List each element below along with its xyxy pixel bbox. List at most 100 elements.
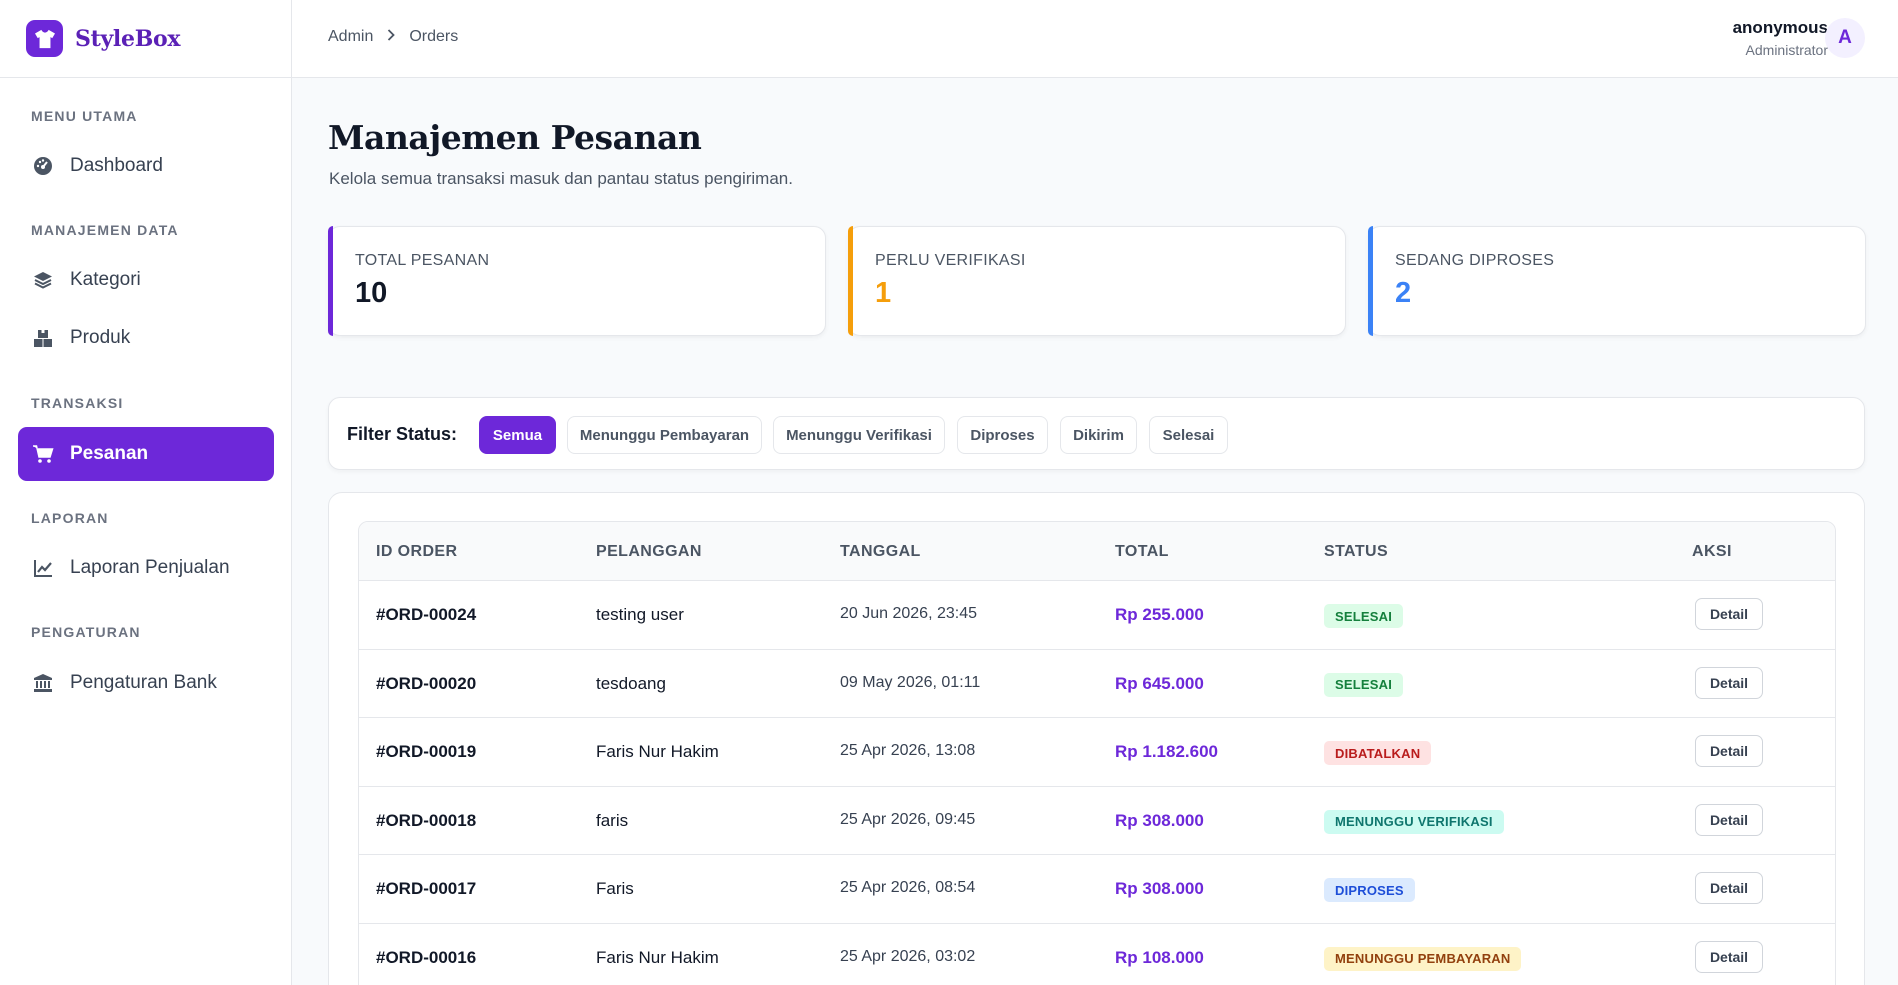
- cart-icon: [32, 443, 54, 465]
- sidebar-item-label: Dashboard: [70, 155, 163, 176]
- sidebar: StyleBox MENU UTAMA Dashboard MANAJEMEN …: [0, 0, 292, 985]
- order-total: Rp 308.000: [1115, 879, 1204, 898]
- order-customer: faris: [596, 810, 629, 830]
- order-total: Rp 308.000: [1115, 810, 1204, 830]
- user-name: anonymous: [1732, 18, 1828, 37]
- sidebar-item-label: Produk: [70, 327, 131, 348]
- detail-button[interactable]: Detail: [1695, 598, 1763, 630]
- filter-label: Filter Status:: [347, 424, 458, 444]
- order-date: 20 Jun 2026, 23:45: [840, 605, 978, 622]
- sidebar-item-laporan-penjualan[interactable]: Laporan Penjualan: [18, 541, 274, 595]
- detail-button[interactable]: Detail: [1695, 735, 1763, 767]
- table-row: #ORD-00020 tesdoang 09 May 2026, 01:11 R…: [359, 650, 1835, 718]
- nav-section-manajemen-data: MANAJEMEN DATA: [31, 222, 179, 238]
- table-row: #ORD-00018 faris 25 Apr 2026, 09:45 Rp 3…: [359, 787, 1835, 855]
- nav-section-transaksi: TRANSAKSI: [31, 395, 124, 411]
- column-header-total: TOTAL: [1115, 543, 1169, 560]
- gauge-icon: [32, 155, 54, 177]
- table-row: #ORD-00017 Faris 25 Apr 2026, 08:54 Rp 3…: [359, 855, 1835, 924]
- breadcrumb: Admin Orders: [328, 28, 458, 46]
- stat-card-perlu-verifikasi: PERLU VERIFIKASI 1: [848, 226, 1346, 336]
- detail-button[interactable]: Detail: [1695, 803, 1763, 836]
- chevron-right-icon: [387, 28, 396, 46]
- filter-chip-menunggu-pembayaran[interactable]: Menunggu Pembayaran: [567, 416, 762, 454]
- sidebar-item-dashboard[interactable]: Dashboard: [18, 139, 274, 193]
- filter-chip-dikirim[interactable]: Dikirim: [1060, 416, 1137, 454]
- column-header-tanggal: TANGGAL: [840, 543, 921, 560]
- bank-icon: [32, 672, 54, 694]
- order-total: Rp 255.000: [1115, 605, 1204, 624]
- stat-label: PERLU VERIFIKASI: [875, 252, 1026, 269]
- order-customer: testing user: [596, 605, 684, 624]
- table-header: ID ORDER PELANGGAN TANGGAL TOTAL STATUS …: [359, 522, 1835, 581]
- order-customer: tesdoang: [596, 673, 666, 693]
- sidebar-item-label: Pesanan: [70, 443, 149, 464]
- order-date: 25 Apr 2026, 13:08: [840, 742, 976, 759]
- order-total: Rp 108.000: [1115, 947, 1204, 967]
- nav-section-laporan: LAPORAN: [31, 510, 109, 526]
- order-customer: Faris Nur Hakim: [596, 742, 719, 761]
- table-row: #ORD-00024 testing user 20 Jun 2026, 23:…: [359, 581, 1835, 650]
- column-header-status: STATUS: [1324, 543, 1389, 560]
- order-id: #ORD-00020: [376, 673, 477, 693]
- brand[interactable]: StyleBox: [0, 0, 291, 78]
- sidebar-item-label: Pengaturan Bank: [70, 672, 217, 693]
- filter-chip-selesai[interactable]: Selesai: [1149, 416, 1228, 454]
- page-title: Manajemen Pesanan: [328, 118, 702, 157]
- nav-section-menu-utama: MENU UTAMA: [31, 108, 138, 124]
- status-badge: DIPROSES: [1324, 878, 1415, 902]
- stat-label: SEDANG DIPROSES: [1395, 252, 1555, 269]
- filter-chip-diproses[interactable]: Diproses: [957, 416, 1048, 454]
- brand-name: StyleBox: [75, 25, 181, 52]
- order-date: 25 Apr 2026, 09:45: [840, 810, 976, 828]
- breadcrumb-admin[interactable]: Admin: [328, 28, 373, 46]
- table-row: #ORD-00019 Faris Nur Hakim 25 Apr 2026, …: [359, 718, 1835, 787]
- order-id: #ORD-00024: [376, 605, 477, 624]
- stat-value: 2: [1395, 277, 1412, 309]
- breadcrumb-orders: Orders: [409, 28, 459, 45]
- order-total: Rp 1.182.600: [1115, 742, 1219, 761]
- table-row: #ORD-00016 Faris Nur Hakim 25 Apr 2026, …: [359, 924, 1835, 985]
- avatar[interactable]: A: [1825, 18, 1865, 58]
- detail-button[interactable]: Detail: [1695, 666, 1763, 699]
- boxes-icon: [32, 327, 54, 349]
- topbar: Admin Orders anonymous Administrator A: [292, 0, 1898, 78]
- order-customer: Faris Nur Hakim: [596, 947, 719, 967]
- detail-button[interactable]: Detail: [1695, 872, 1763, 904]
- order-total: Rp 645.000: [1115, 673, 1204, 693]
- orders-table: ID ORDER PELANGGAN TANGGAL TOTAL STATUS …: [358, 521, 1836, 985]
- order-id: #ORD-00017: [376, 879, 477, 898]
- column-header-id-order: ID ORDER: [376, 543, 458, 560]
- orders-card: ID ORDER PELANGGAN TANGGAL TOTAL STATUS …: [328, 492, 1865, 985]
- filter-chip-menunggu-verifikasi[interactable]: Menunggu Verifikasi: [773, 416, 945, 454]
- user-info[interactable]: anonymous Administrator: [1733, 18, 1828, 58]
- chart-line-icon: [32, 557, 54, 579]
- sidebar-item-kategori[interactable]: Kategori: [18, 253, 274, 307]
- stat-card-total-pesanan: TOTAL PESANAN 10: [328, 226, 826, 336]
- stat-card-sedang-diproses: SEDANG DIPROSES 2: [1368, 226, 1866, 336]
- user-role: Administrator: [1745, 42, 1828, 58]
- order-id: #ORD-00016: [376, 947, 477, 967]
- stat-label: TOTAL PESANAN: [355, 252, 490, 269]
- sidebar-item-produk[interactable]: Produk: [18, 311, 274, 365]
- sidebar-item-pesanan[interactable]: Pesanan: [18, 427, 274, 481]
- detail-button[interactable]: Detail: [1695, 940, 1763, 973]
- column-header-aksi: AKSI: [1692, 543, 1732, 560]
- filter-chip-semua[interactable]: Semua: [479, 416, 556, 454]
- sidebar-item-label: Kategori: [70, 269, 141, 290]
- status-badge: MENUNGGU PEMBAYARAN: [1324, 946, 1522, 971]
- filter-bar: Filter Status: Semua Menunggu Pembayaran…: [328, 397, 1865, 470]
- stat-value: 1: [875, 277, 892, 309]
- status-badge: MENUNGGU VERIFIKASI: [1324, 809, 1504, 834]
- order-customer: Faris: [596, 879, 634, 898]
- sidebar-item-pengaturan-bank[interactable]: Pengaturan Bank: [18, 656, 274, 710]
- layers-icon: [32, 269, 54, 291]
- order-date: 25 Apr 2026, 03:02: [840, 947, 976, 965]
- status-badge: SELESAI: [1324, 604, 1404, 628]
- order-date: 25 Apr 2026, 08:54: [840, 879, 976, 896]
- order-id: #ORD-00018: [376, 810, 477, 830]
- status-badge: DIBATALKAN: [1324, 741, 1432, 765]
- stat-value: 10: [355, 277, 388, 309]
- order-date: 09 May 2026, 01:11: [840, 673, 981, 691]
- order-id: #ORD-00019: [376, 742, 477, 761]
